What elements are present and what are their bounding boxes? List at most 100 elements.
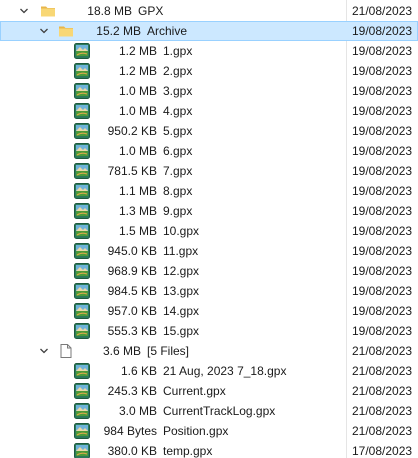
date-label: 19/08/2023 — [352, 104, 413, 118]
gpx-file-icon — [74, 63, 90, 79]
file-tree: 18.8 MB GPX 21/08/2023 15.2 MB Archive 19/08/… — [0, 0, 418, 458]
date-label: 19/08/2023 — [352, 84, 413, 98]
size-label: 1.0 MB — [118, 104, 157, 118]
name-label: GPX — [138, 4, 164, 18]
name-label: 3.gpx — [163, 84, 193, 98]
name-label: 14.gpx — [163, 304, 200, 318]
gpx-file-icon — [74, 103, 90, 119]
gpx-file-icon — [74, 303, 90, 319]
size-label: 1.3 MB — [118, 204, 157, 218]
name-label: 6.gpx — [163, 144, 193, 158]
file-row-position-gpx[interactable]: 984 Bytes Position.gpx 21/08/2023 — [0, 421, 418, 441]
size-label: 380.0 KB — [107, 444, 157, 458]
size-label: 950.2 KB — [107, 124, 157, 138]
date-label: 17/08/2023 — [352, 444, 413, 458]
date-label: 21/08/2023 — [352, 384, 413, 398]
name-label: CurrentTrackLog.gpx — [163, 404, 276, 418]
name-label: 8.gpx — [163, 184, 193, 198]
gpx-file-icon — [74, 403, 90, 419]
date-label: 21/08/2023 — [352, 364, 413, 378]
folder-row-gpx[interactable]: 18.8 MB GPX 21/08/2023 — [0, 1, 418, 21]
file-row-21-aug-2023-7-18-gpx[interactable]: 1.6 KB 21 Aug, 2023 7_18.gpx 21/08/2023 — [0, 361, 418, 381]
size-label: 984.5 KB — [107, 284, 157, 298]
name-label: 21 Aug, 2023 7_18.gpx — [163, 364, 287, 378]
size-label: 1.2 MB — [118, 44, 157, 58]
name-label: 1.gpx — [163, 44, 193, 58]
name-label: 15.gpx — [163, 324, 200, 338]
gpx-file-icon — [74, 423, 90, 439]
size-label: 15.2 MB — [96, 24, 141, 38]
date-label: 19/08/2023 — [352, 244, 413, 258]
folder-icon — [40, 3, 56, 19]
date-label: 19/08/2023 — [352, 144, 413, 158]
size-label: 1.6 KB — [120, 364, 157, 378]
date-label: 19/08/2023 — [352, 164, 413, 178]
file-row-15-gpx[interactable]: 555.3 KB 15.gpx 19/08/2023 — [0, 321, 418, 341]
date-label: 21/08/2023 — [352, 404, 413, 418]
date-label: 19/08/2023 — [352, 324, 413, 338]
file-row-2-gpx[interactable]: 1.2 MB 2.gpx 19/08/2023 — [0, 61, 418, 81]
gpx-file-icon — [74, 243, 90, 259]
size-label: 1.0 MB — [118, 144, 157, 158]
chevron-down-icon[interactable] — [38, 341, 50, 361]
date-label: 21/08/2023 — [352, 4, 413, 18]
chevron-down-icon[interactable] — [38, 21, 50, 41]
date-label: 19/08/2023 — [352, 124, 413, 138]
file-row-11-gpx[interactable]: 945.0 KB 11.gpx 19/08/2023 — [0, 241, 418, 261]
gpx-file-icon — [74, 323, 90, 339]
name-label: 11.gpx — [163, 244, 199, 258]
name-label: 10.gpx — [163, 224, 200, 238]
gpx-file-icon — [74, 203, 90, 219]
file-row-7-gpx[interactable]: 781.5 KB 7.gpx 19/08/2023 — [0, 161, 418, 181]
file-row-current-gpx[interactable]: 245.3 KB Current.gpx 21/08/2023 — [0, 381, 418, 401]
file-row-6-gpx[interactable]: 1.0 MB 6.gpx 19/08/2023 — [0, 141, 418, 161]
file-row-currenttracklog-gpx[interactable]: 3.0 MB CurrentTrackLog.gpx 21/08/2023 — [0, 401, 418, 421]
folder-row-5-files[interactable]: 3.6 MB [5 Files] 21/08/2023 — [0, 341, 418, 361]
size-label: 1.5 MB — [118, 224, 157, 238]
file-row-temp-gpx[interactable]: 380.0 KB temp.gpx 17/08/2023 — [0, 441, 418, 458]
size-label: 957.0 KB — [107, 304, 157, 318]
size-label: 245.3 KB — [107, 384, 157, 398]
gpx-file-icon — [74, 43, 90, 59]
file-row-13-gpx[interactable]: 984.5 KB 13.gpx 19/08/2023 — [0, 281, 418, 301]
file-row-12-gpx[interactable]: 968.9 KB 12.gpx 19/08/2023 — [0, 261, 418, 281]
name-label: temp.gpx — [163, 444, 213, 458]
date-label: 19/08/2023 — [352, 224, 413, 238]
file-row-8-gpx[interactable]: 1.1 MB 8.gpx 19/08/2023 — [0, 181, 418, 201]
name-label: 9.gpx — [163, 204, 193, 218]
gpx-file-icon — [74, 283, 90, 299]
name-label: [5 Files] — [147, 344, 190, 358]
file-row-9-gpx[interactable]: 1.3 MB 9.gpx 19/08/2023 — [0, 201, 418, 221]
name-label: 5.gpx — [163, 124, 193, 138]
date-label: 19/08/2023 — [352, 204, 413, 218]
gpx-file-icon — [74, 223, 90, 239]
size-label: 1.2 MB — [118, 64, 157, 78]
name-label: 12.gpx — [163, 264, 200, 278]
file-row-5-gpx[interactable]: 950.2 KB 5.gpx 19/08/2023 — [0, 121, 418, 141]
name-label: Position.gpx — [163, 424, 229, 438]
gpx-file-icon — [74, 363, 90, 379]
chevron-down-icon[interactable] — [18, 1, 30, 21]
gpx-file-icon — [74, 143, 90, 159]
folder-icon — [58, 23, 74, 39]
name-label: 13.gpx — [163, 284, 200, 298]
date-label: 19/08/2023 — [352, 264, 413, 278]
name-label: 7.gpx — [163, 164, 193, 178]
size-label: 1.1 MB — [118, 184, 157, 198]
gpx-file-icon — [74, 443, 90, 458]
size-label: 945.0 KB — [107, 244, 157, 258]
size-label: 3.0 MB — [118, 404, 157, 418]
date-label: 19/08/2023 — [352, 184, 413, 198]
file-row-14-gpx[interactable]: 957.0 KB 14.gpx 19/08/2023 — [0, 301, 418, 321]
file-row-10-gpx[interactable]: 1.5 MB 10.gpx 19/08/2023 — [0, 221, 418, 241]
file-row-1-gpx[interactable]: 1.2 MB 1.gpx 19/08/2023 — [0, 41, 418, 61]
gpx-file-icon — [74, 383, 90, 399]
date-label: 21/08/2023 — [352, 344, 413, 358]
file-row-4-gpx[interactable]: 1.0 MB 4.gpx 19/08/2023 — [0, 101, 418, 121]
date-label: 21/08/2023 — [352, 424, 413, 438]
date-label: 19/08/2023 — [352, 64, 413, 78]
name-label: 2.gpx — [163, 64, 193, 78]
gpx-file-icon — [74, 123, 90, 139]
folder-row-archive[interactable]: 15.2 MB Archive 19/08/2023 — [0, 21, 418, 41]
file-row-3-gpx[interactable]: 1.0 MB 3.gpx 19/08/2023 — [0, 81, 418, 101]
